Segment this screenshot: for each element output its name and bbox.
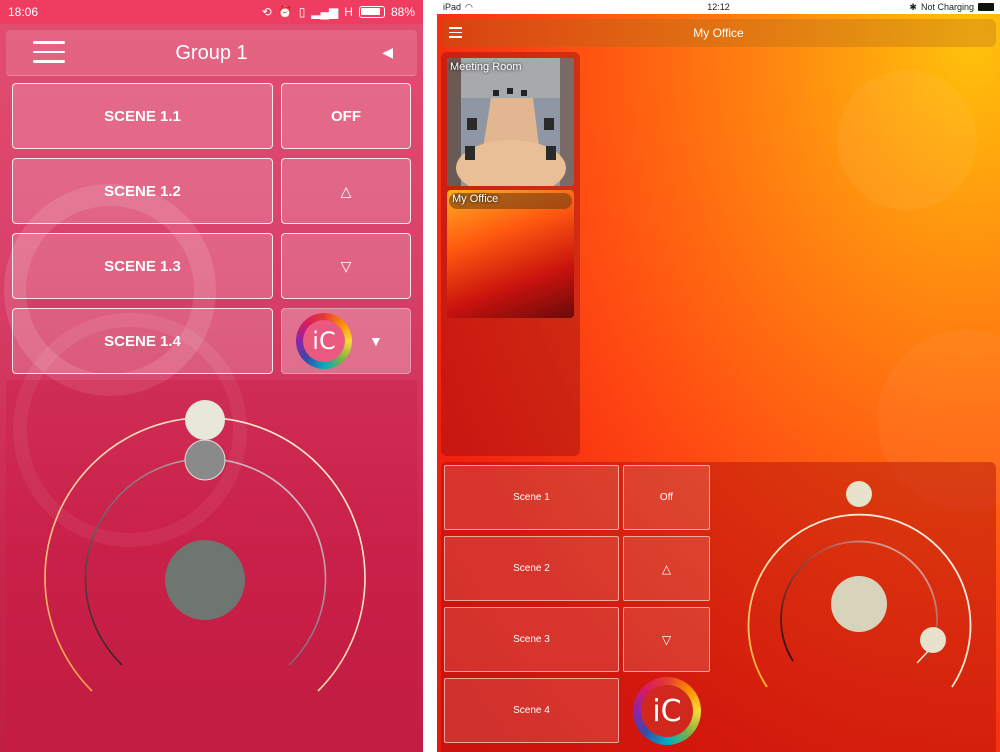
tablet-title: My Office — [693, 26, 744, 40]
room-card-my-office[interactable]: My Office — [447, 190, 574, 318]
brightness-down-button[interactable]: ▽ — [281, 233, 411, 299]
signal-icon: ▂▄▆ — [311, 5, 339, 19]
tablet-color-handle[interactable] — [846, 481, 872, 507]
back-arrow-icon[interactable]: ◀ — [382, 44, 393, 61]
scene-button-1[interactable]: SCENE 1.1 — [12, 83, 273, 149]
color-handle[interactable] — [185, 400, 225, 440]
tablet-brightness-up-button[interactable]: △ — [623, 536, 710, 601]
tablet-off-button[interactable]: Off — [623, 465, 710, 530]
scene-button-2[interactable]: SCENE 1.2 — [12, 158, 273, 224]
vibrate-icon: ▯ — [298, 5, 306, 19]
scene-button-3[interactable]: SCENE 1.3 — [12, 233, 273, 299]
tablet-header: My Office — [441, 19, 996, 47]
tablet-screen: iPad ◠ 12:12 ✱ Not Charging My Office Me… — [437, 0, 1000, 752]
tablet-scene-button-1[interactable]: Scene 1 — [444, 465, 619, 530]
room-label-my-office: My Office — [452, 193, 499, 205]
status-bar: 18:06 ⟲ ⏰ ▯ ▂▄▆ H 88% — [0, 0, 423, 24]
tablet-ic-logo: iC — [633, 677, 701, 745]
tablet-dimmer-center-button[interactable] — [831, 576, 887, 632]
battery-icon — [358, 6, 385, 18]
dimmer-center-button[interactable] — [165, 540, 245, 620]
battery-level: 88% — [390, 5, 415, 19]
network-type: H — [344, 5, 353, 19]
status-time: 18:06 — [8, 5, 39, 19]
tablet-dimmer-control — [747, 481, 972, 688]
level-handle[interactable] — [184, 439, 226, 481]
tablet-scene-button-4[interactable]: Scene 4 — [444, 678, 619, 743]
off-button[interactable]: OFF — [281, 83, 411, 149]
tablet-status-bar: iPad ◠ 12:12 ✱ Not Charging — [437, 0, 1000, 14]
scene-button-4[interactable]: SCENE 1.4 — [12, 308, 273, 374]
dimmer-control — [44, 400, 366, 692]
sync-off-icon: ⟲ — [261, 5, 272, 19]
tablet-brightness-down-button[interactable]: ▽ — [623, 607, 710, 672]
room-list-panel: Meeting Room My Office — [441, 52, 580, 456]
ic-logo: iC — [296, 313, 352, 369]
alarm-icon: ⏰ — [277, 5, 293, 19]
brightness-up-button[interactable]: △ — [281, 158, 411, 224]
meeting-room-photo — [447, 58, 574, 186]
tablet-scene-button-3[interactable]: Scene 3 — [444, 607, 619, 672]
group-title: Group 1 — [175, 42, 248, 64]
app-header: Group 1 ◀ — [6, 30, 417, 76]
room-label-meeting-room: Meeting Room — [450, 61, 522, 73]
room-card-meeting-room[interactable]: Meeting Room — [447, 58, 574, 186]
tablet-scene-button-2[interactable]: Scene 2 — [444, 536, 619, 601]
dropdown-arrow-icon[interactable]: ▼ — [369, 333, 383, 349]
tablet-level-handle[interactable] — [920, 627, 946, 653]
phone-screen: 18:06 ⟲ ⏰ ▯ ▂▄▆ H 88% Group 1 ◀ SCENE 1.… — [0, 0, 423, 752]
tablet-time: 12:12 — [707, 2, 730, 12]
